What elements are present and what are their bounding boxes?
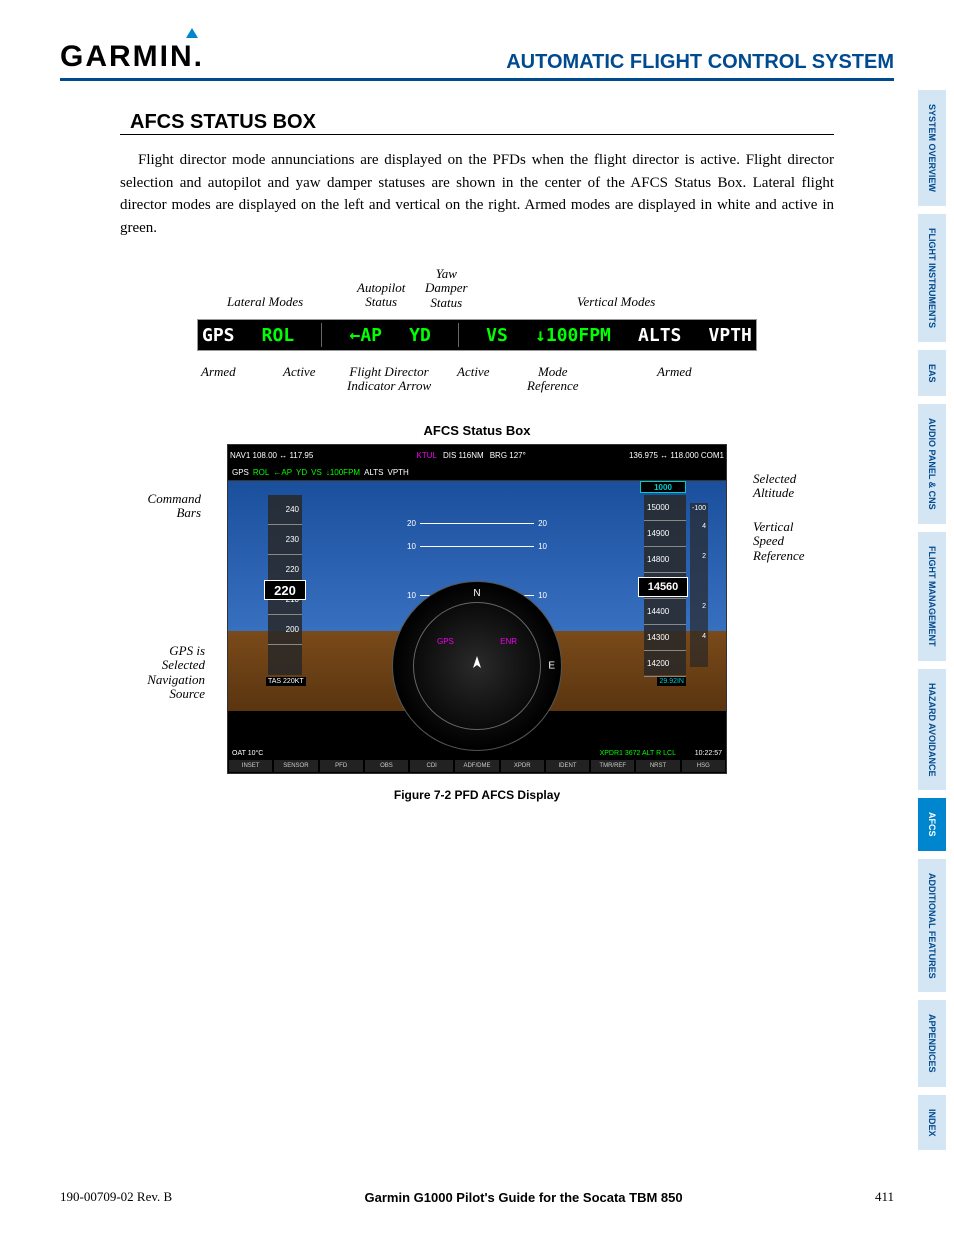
callout-armed-right: Armed [657, 365, 692, 379]
callout-vertical-modes: Vertical Modes [577, 295, 655, 309]
softkey-xpdr[interactable]: XPDR [500, 759, 545, 773]
mode-yd: YD [409, 325, 431, 346]
callout-mode-reference: Mode Reference [527, 365, 578, 394]
footer-title: Garmin G1000 Pilot's Guide for the Socat… [365, 1190, 683, 1205]
time-readout: 10:22:57 [695, 750, 722, 757]
hsi: N E GPS ENR [392, 581, 562, 751]
tab-index[interactable]: INDEX [918, 1095, 946, 1151]
tab-eas[interactable]: EAS [918, 350, 946, 397]
softkey-adf[interactable]: ADF/DME [454, 759, 499, 773]
mode-alts: ALTS [638, 325, 681, 346]
callout-gps-source: GPS is Selected Navigation Source [135, 644, 205, 701]
tab-afcs[interactable]: AFCS [918, 798, 946, 851]
pfd-display: NAV1 108.00 ↔ 117.95 KTUL DIS 116NM BRG … [227, 444, 727, 774]
vsi-tape: -100 4 2 2 4 [690, 503, 708, 667]
tab-flight-mgmt[interactable]: FLIGHT MANAGEMENT [918, 532, 946, 661]
callout-armed-left: Armed [201, 365, 236, 379]
callout-autopilot-status: Autopilot Status [357, 281, 405, 310]
tas-readout: TAS 220KT [266, 677, 306, 686]
afcs-status-box-label: AFCS Status Box [157, 423, 797, 438]
callout-selected-altitude: Selected Altitude [753, 472, 813, 501]
body-paragraph: Flight director mode annunciations are d… [120, 149, 834, 239]
softkey-tmr[interactable]: TMR/REF [590, 759, 635, 773]
footer-docnum: 190-00709-02 Rev. B [60, 1189, 172, 1205]
chapter-title: AUTOMATIC FLIGHT CONTROL SYSTEM [506, 51, 894, 74]
softkey-bar: INSET SENSOR PFD OBS CDI ADF/DME XPDR ID… [228, 759, 726, 773]
section-title: AFCS STATUS BOX [120, 111, 834, 135]
section-tabs: SYSTEM OVERVIEW FLIGHT INSTRUMENTS EAS A… [918, 90, 954, 1158]
figure-caption: Figure 7-2 PFD AFCS Display [157, 788, 797, 802]
tab-additional[interactable]: ADDITIONAL FEATURES [918, 859, 946, 993]
altitude-tape: 1000 15000 14900 14800 14700 14400 14300… [644, 495, 686, 675]
footer-page: 411 [875, 1189, 894, 1205]
mode-ref: ↓100FPM [535, 325, 611, 346]
page-footer: 190-00709-02 Rev. B Garmin G1000 Pilot's… [60, 1189, 894, 1205]
oat-readout: OAT 10°C [232, 750, 263, 757]
softkey-inset[interactable]: INSET [228, 759, 273, 773]
figure-7-2: Lateral Modes Autopilot Status Yaw Dampe… [157, 259, 797, 802]
callout-lateral-modes: Lateral Modes [227, 295, 303, 309]
xpdr-readout: XPDR1 3672 ALT R LCL [600, 750, 676, 757]
pfd-afcs-status-bar: GPS ROL ←AP YD VS ↓100FPM ALTS VPTH [228, 465, 726, 481]
mode-ap: ←AP [350, 325, 383, 346]
airspeed-readout: 220 [264, 580, 306, 600]
tab-appendices[interactable]: APPENDICES [918, 1000, 946, 1087]
softkey-cdi[interactable]: CDI [409, 759, 454, 773]
callout-fd-arrow: Flight Director Indicator Arrow [347, 365, 431, 394]
mode-vpth: VPTH [709, 325, 752, 346]
callout-active-right: Active [457, 365, 489, 379]
altitude-readout: 14560 [638, 577, 688, 597]
tab-hazard[interactable]: HAZARD AVOIDANCE [918, 669, 946, 791]
softkey-ident[interactable]: IDENT [545, 759, 590, 773]
softkey-obs[interactable]: OBS [364, 759, 409, 773]
mode-rol: ROL [262, 325, 295, 346]
softkey-hsg[interactable]: HSG [681, 759, 726, 773]
selected-altitude-bug: 1000 [640, 481, 686, 493]
garmin-logo: GARMIN. [60, 40, 204, 74]
softkey-sensor[interactable]: SENSOR [273, 759, 318, 773]
callout-yaw-damper-status: Yaw Damper Status [425, 267, 468, 310]
callout-command-bars: Command Bars [141, 492, 201, 521]
callout-vs-reference: Vertical Speed Reference [753, 520, 817, 563]
tab-flight-instruments[interactable]: FLIGHT INSTRUMENTS [918, 214, 946, 342]
tab-audio-panel[interactable]: AUDIO PANEL & CNS [918, 404, 946, 524]
softkey-nrst[interactable]: NRST [635, 759, 680, 773]
pfd-top-bar: NAV1 108.00 ↔ 117.95 KTUL DIS 116NM BRG … [228, 445, 726, 465]
softkey-pfd[interactable]: PFD [319, 759, 364, 773]
mode-gps: GPS [202, 325, 235, 346]
page-header: GARMIN. AUTOMATIC FLIGHT CONTROL SYSTEM [60, 30, 894, 81]
mode-vs: VS [486, 325, 508, 346]
tab-system-overview[interactable]: SYSTEM OVERVIEW [918, 90, 946, 206]
airspeed-tape: 240 230 220 210 200 220 [268, 495, 302, 675]
baro-setting: 29.92IN [657, 677, 686, 686]
callout-active-left: Active [283, 365, 315, 379]
afcs-status-box-large: GPS ROL ←AP YD VS ↓100FPM ALTS VPTH [197, 319, 757, 351]
